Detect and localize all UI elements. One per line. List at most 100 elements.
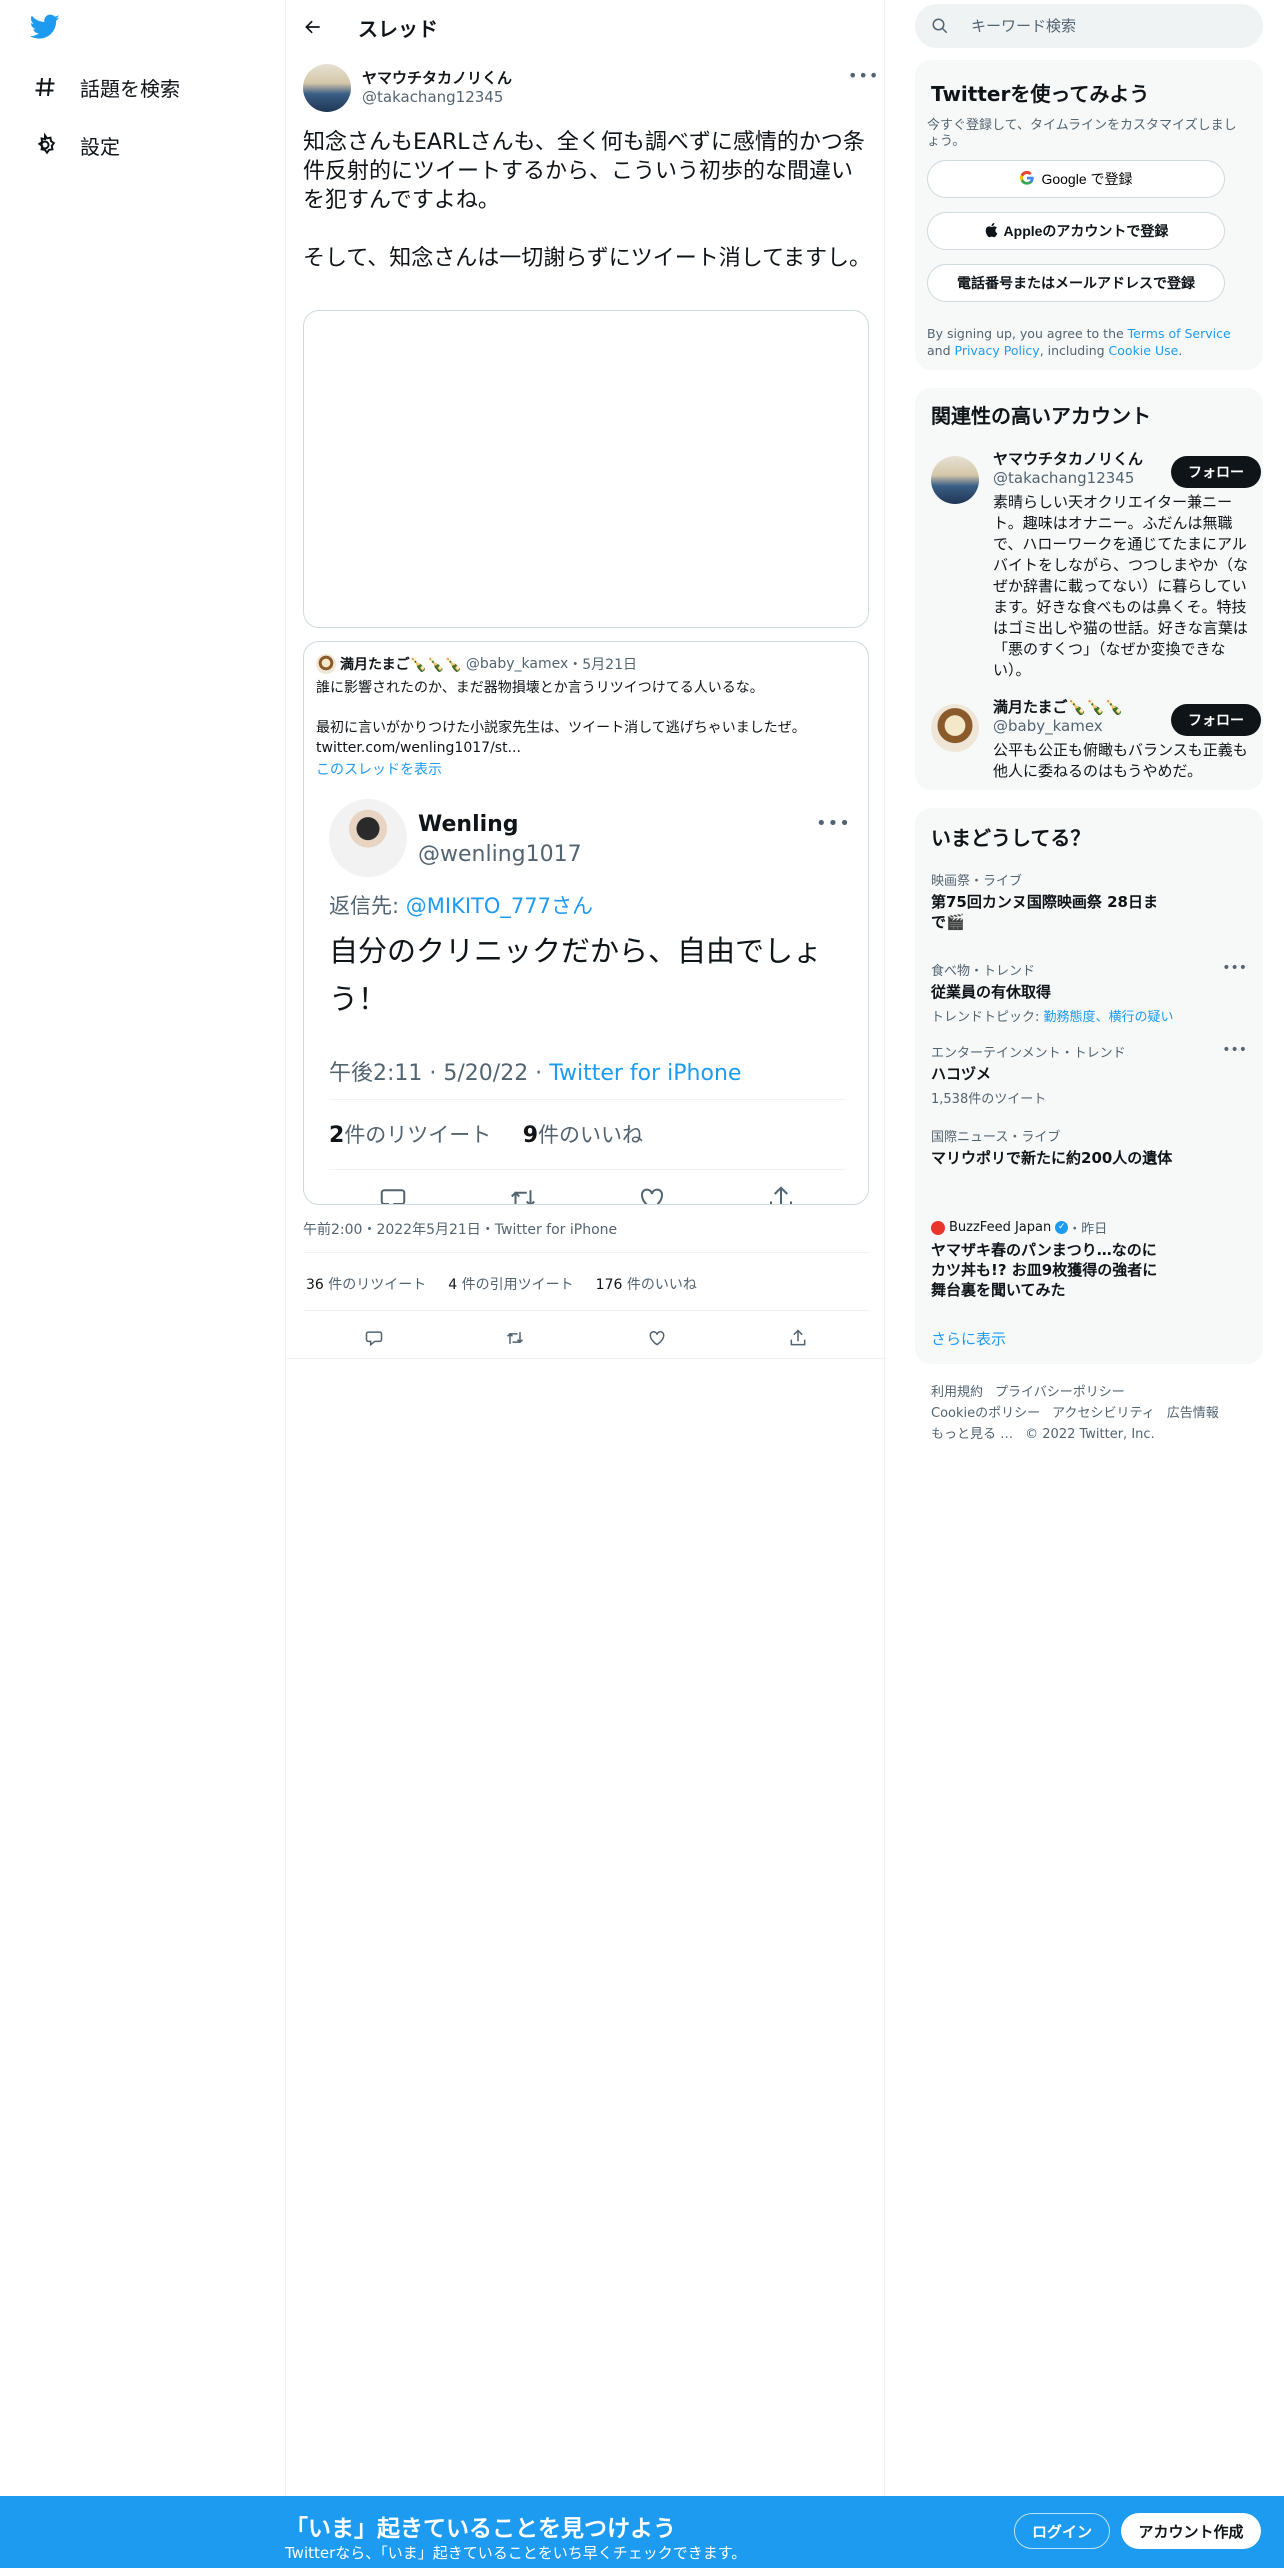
retweet-icon[interactable]	[497, 1320, 533, 1356]
divider	[286, 1358, 886, 1359]
footer-link[interactable]: 利用規約	[931, 1385, 983, 1400]
divider	[303, 1252, 869, 1253]
tweet-author[interactable]: ヤマウチタカノリくん @takachang12345	[362, 67, 512, 106]
media-placeholder[interactable]	[303, 310, 869, 628]
retweets-label: 件のリツイート	[328, 1277, 427, 1293]
nav-explore[interactable]: 話題を検索	[30, 67, 180, 107]
more-icon[interactable]: •••	[848, 66, 879, 85]
avatar[interactable]	[303, 64, 351, 112]
related-title: 関連性の高いアカウント	[931, 404, 1151, 428]
trend-item[interactable]: エンターテインメント・トレンド ハコヅメ 1,538件のツイート	[931, 1042, 1251, 1107]
follow-button[interactable]: フォロー	[1171, 704, 1261, 736]
share-icon	[766, 1184, 796, 1204]
tweet-actions	[303, 1320, 869, 1356]
trend-item[interactable]: 映画祭・ライブ 第75回カンヌ国際映画祭 28日まで🎬	[931, 870, 1251, 932]
trend-name: マリウポリで新たに約200人の遺体	[931, 1149, 1173, 1167]
page-title: スレッド	[358, 16, 438, 41]
embed-author-name: Wenling	[418, 812, 519, 837]
trend-category: 食べ物・トレンド	[931, 964, 1036, 979]
bottom-bar-subtitle: Twitterなら、「いま」起きていることをいち早くチェックできます。	[285, 2544, 747, 2562]
login-button[interactable]: ログイン	[1014, 2513, 1110, 2549]
create-account-button[interactable]: アカウント作成	[1121, 2513, 1261, 2549]
related-accounts-card: 関連性の高いアカウント ヤマウチタカノリくん @takachang12345 素…	[915, 388, 1263, 790]
quoted-text-paragraph: 誰に影響されたのか、まだ器物損壊とか言うリツイつけてる人いるな。	[316, 680, 764, 696]
quoted-author-name: 満月たまご🍾🍾🍾	[340, 657, 462, 673]
quoted-date: ・5月21日	[568, 657, 637, 673]
avatar	[931, 456, 979, 504]
quoted-link[interactable]: twitter.com/wenling1017/st...	[316, 738, 856, 758]
quoted-text-paragraph: 最初に言いがかりつけた小説家先生は、ツイート消して逃げちゃいましたぜ。	[316, 720, 806, 736]
trend-name: 第75回カンヌ国際映画祭 28日まで🎬	[931, 893, 1158, 931]
heart-icon[interactable]	[639, 1320, 675, 1356]
quoted-tweet-header: 満月たまご🍾🍾🍾 @baby_kamex ・5月21日	[316, 654, 637, 674]
tweet-timestamp[interactable]: 午前2:00・2022年5月21日・Twitter for iPhone	[303, 1219, 617, 1239]
related-account[interactable]: ヤマウチタカノリくん @takachang12345 素晴らしい天オクリエイター…	[931, 448, 1261, 679]
phone-email-signup-button[interactable]: 電話番号またはメールアドレスで登録	[927, 264, 1225, 302]
likes-stat[interactable]: 176 件のいいね	[596, 1274, 697, 1294]
embed-likes-label: 件のいいね	[538, 1123, 643, 1147]
embed-actions	[329, 1184, 845, 1204]
left-nav: 話題を検索 設定	[0, 0, 285, 2568]
trend-topics-links[interactable]: 勤務態度、横行の疑い	[1044, 1010, 1174, 1025]
apple-signup-label: Appleのアカウントで登録	[1003, 223, 1169, 239]
footer-link[interactable]: プライバシーポリシー	[995, 1385, 1125, 1400]
quotes-stat[interactable]: 4 件の引用ツイート	[448, 1274, 573, 1294]
back-arrow-icon[interactable]	[298, 12, 328, 42]
account-bio: 公平も公正も俯瞰もバランスも正義も他人に委ねるのはもうやめだ。	[993, 741, 1248, 780]
footer-link[interactable]: 広告情報	[1167, 1406, 1219, 1421]
reply-prefix: 返信先:	[329, 894, 406, 918]
show-thread-link[interactable]: このスレッドを表示	[316, 759, 442, 779]
login-prompt-bar: 「いま」起きていることを見つけよう Twitterなら、「いま」起きていることを…	[0, 2496, 1284, 2568]
retweets-count: 36	[306, 1277, 324, 1293]
footer-link[interactable]: Cookieのポリシー	[931, 1406, 1040, 1421]
trend-item[interactable]: BuzzFeed Japan ✓ ・昨日 ヤマザキ春のパンまつり…なのにカツ丼も…	[931, 1218, 1251, 1300]
embed-likes-count: 9	[522, 1123, 538, 1148]
google-signup-button[interactable]: Google で登録	[927, 160, 1225, 198]
embed-retweets-label: 件のリツイート	[344, 1123, 492, 1147]
embed-reply-to: 返信先: @MIKITO_777さん	[329, 890, 593, 920]
quoted-text: 誰に影響されたのか、まだ器物損壊とか言うリツイつけてる人いるな。 最初に言いがか…	[316, 678, 856, 758]
nav-explore-label: 話題を検索	[80, 76, 180, 101]
phone-email-signup-label: 電話番号またはメールアドレスで登録	[957, 275, 1195, 291]
reply-icon	[378, 1184, 408, 1204]
quoted-tweet[interactable]: 満月たまご🍾🍾🍾 @baby_kamex ・5月21日 誰に影響されたのか、まだ…	[303, 641, 869, 1205]
footer-link[interactable]: もっと見る …	[931, 1427, 1013, 1442]
trend-item[interactable]: 国際ニュース・ライブ マリウポリで新たに約200人の遺体	[931, 1126, 1251, 1168]
trend-category: 映画祭・ライブ	[931, 874, 1023, 889]
search-box[interactable]	[915, 4, 1263, 48]
share-icon[interactable]	[780, 1320, 816, 1356]
follow-button[interactable]: フォロー	[1171, 456, 1261, 488]
trend-name: ハコヅメ	[931, 1065, 992, 1083]
search-input[interactable]	[971, 17, 1231, 35]
trend-item[interactable]: 食べ物・トレンド 従業員の有休取得 トレンドトピック: 勤務態度、横行の疑い	[931, 960, 1251, 1025]
apple-signup-button[interactable]: Appleのアカウントで登録	[927, 212, 1225, 250]
reply-icon[interactable]	[356, 1320, 392, 1356]
cookie-link[interactable]: Cookie Use	[1109, 343, 1179, 358]
terms-link[interactable]: Terms of Service	[1128, 326, 1231, 341]
thread-header: スレッド	[286, 0, 886, 54]
show-more-link[interactable]: さらに表示	[931, 1328, 1006, 1349]
related-account[interactable]: 満月たまご🍾🍾🍾 @baby_kamex 公平も公正も俯瞰もバランスも正義も他人…	[931, 696, 1261, 780]
retweet-icon	[507, 1184, 539, 1204]
likes-label: 件のいいね	[626, 1277, 697, 1293]
twitter-bird-icon[interactable]	[29, 14, 64, 44]
trend-time: ・昨日	[1068, 1222, 1108, 1237]
author-handle: @takachang12345	[362, 88, 504, 106]
divider	[303, 1310, 869, 1311]
search-icon	[931, 15, 953, 37]
privacy-link[interactable]: Privacy Policy	[955, 343, 1040, 358]
embed-meta: 午後2:11 · 5/20/22 · Twitter for iPhone	[329, 1055, 741, 1087]
embed-time: 午後2:11 · 5/20/22 ·	[329, 1061, 550, 1086]
more-icon[interactable]: •••	[1222, 960, 1247, 976]
footer-link[interactable]: アクセシビリティ	[1052, 1406, 1155, 1421]
retweets-stat[interactable]: 36 件のリツイート	[306, 1274, 426, 1294]
tweet-text: 知念さんもEARLさんも、全く何も調べずに感情的かつ条件反射的にツイートするから…	[303, 128, 873, 302]
nav-settings[interactable]: 設定	[30, 125, 120, 165]
divider	[329, 1169, 845, 1170]
embed-text: 自分のクリニックだから、自由でしょう！	[329, 934, 823, 1016]
more-icon[interactable]: •••	[1222, 1042, 1247, 1058]
tweet-text-paragraph: 知念さんもEARLさんも、全く何も調べずに感情的かつ条件反射的にツイートするから…	[303, 130, 865, 213]
tweet-text-paragraph: そして、知念さんは一切謝らずにツイート消してますし。	[303, 246, 872, 271]
avatar	[931, 704, 979, 752]
google-signup-label: Google で登録	[1041, 171, 1133, 187]
